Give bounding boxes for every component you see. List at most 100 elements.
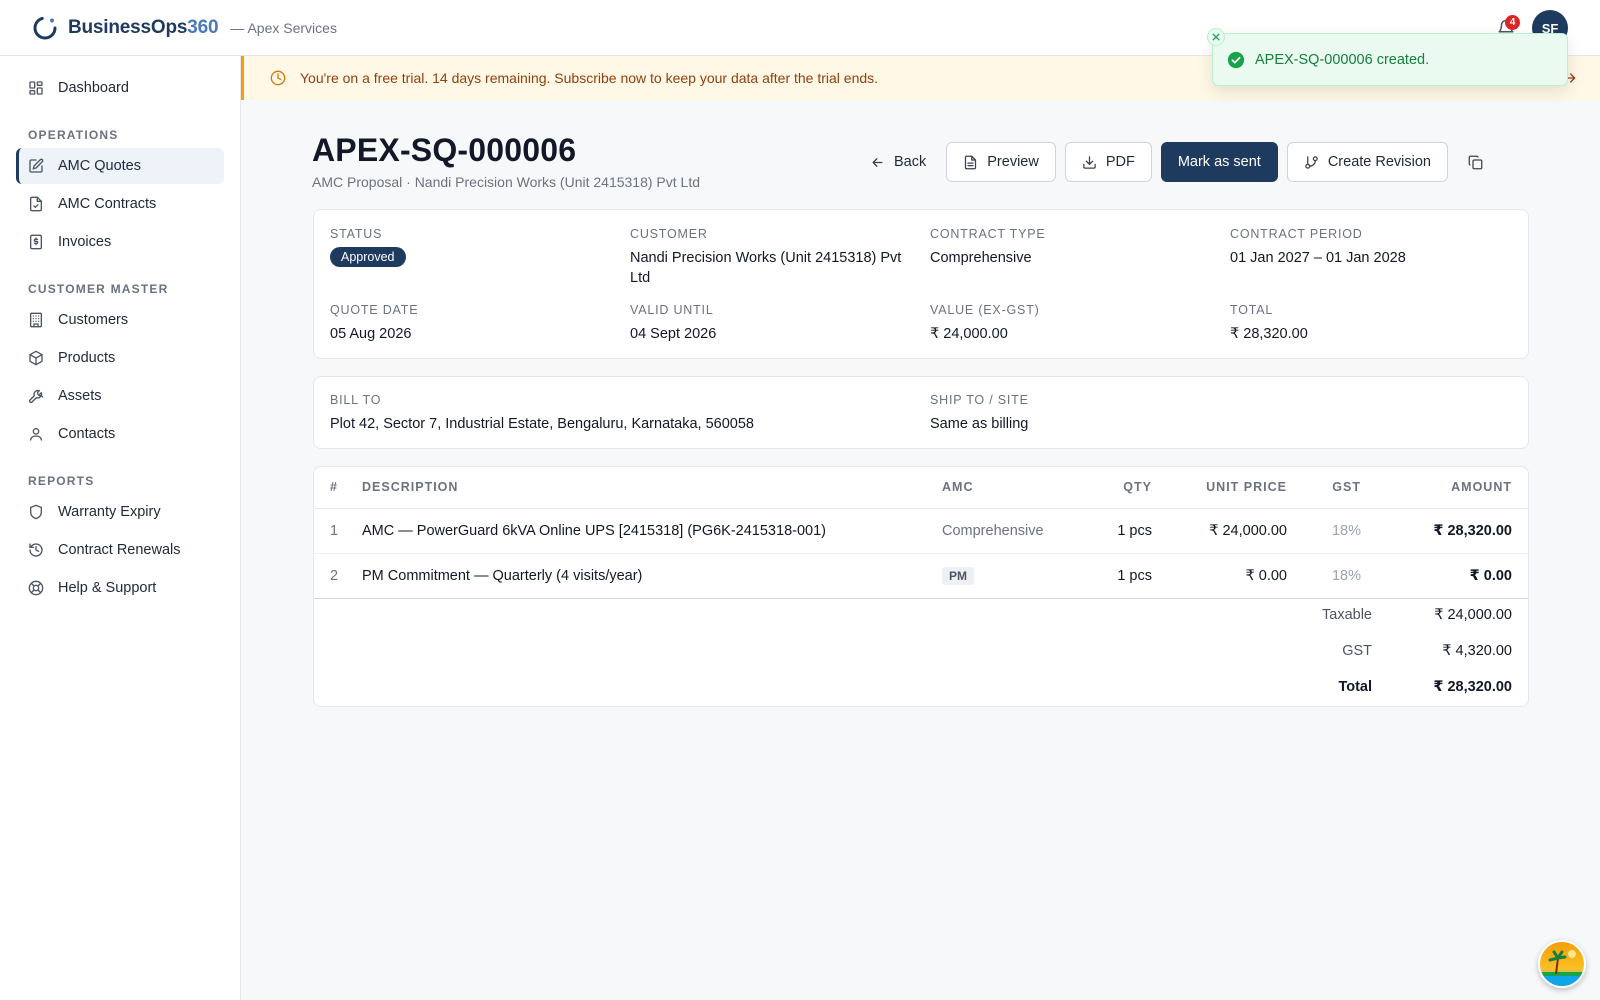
row-unit-price: ₹ 24,000.00 [1152,508,1287,554]
mark-as-sent-button[interactable]: Mark as sent [1160,142,1278,182]
grand-total-value: ₹ 28,320.00 [1433,679,1512,695]
contract-type-label: CONTRACT TYPE [930,227,1046,241]
ship-to-field: SHIP TO / SITE Same as billing [930,393,1029,434]
total-label: TOTAL [1230,303,1274,317]
sidebar-section-customer-master: CUSTOMER MASTER [28,282,169,296]
sidebar-item-amc-quotes[interactable]: AMC Quotes [16,148,224,184]
create-revision-button[interactable]: Create Revision [1286,142,1448,182]
notification-count-badge: 4 [1505,15,1520,30]
row-amount: ₹ 0.00 [1361,553,1528,599]
clock-icon [270,70,286,86]
wrench-icon [28,389,44,404]
table-row[interactable]: 1 AMC — PowerGuard 6kVA Online UPS [2415… [314,508,1528,554]
bill-to-field: BILL TO Plot 42, Sector 7, Industrial Es… [330,393,754,434]
total-value: ₹ 28,320.00 [1230,326,1308,342]
row-gst: 18% [1287,553,1361,599]
page-subtitle: AMC Proposal · Nandi Precision Works (Un… [312,174,701,190]
sidebar-item-contract-renewals[interactable]: Contract Renewals [16,532,224,568]
bill-to-label: BILL TO [330,393,382,407]
toast-close-button[interactable] [1207,28,1225,46]
lifebuoy-icon [28,580,44,596]
row-amc-cell: PM [942,553,1077,599]
pdf-button[interactable]: PDF [1064,142,1152,182]
sidebar-item-assets[interactable]: Assets [16,378,224,414]
customer-label: CUSTOMER [630,227,708,241]
value-ex-gst-label: VALUE (EX-GST) [930,303,1040,317]
row-amc: Comprehensive [942,508,1077,554]
status-field: STATUS Approved [330,227,406,267]
close-icon [1212,33,1220,41]
brand-name-number: 360 [187,16,219,38]
customer-field: CUSTOMER Nandi Precision Works (Unit 241… [630,227,910,288]
sidebar-item-contacts[interactable]: Contacts [16,416,224,452]
sidebar-item-label: AMC Contracts [58,196,157,212]
assistant-floating-button[interactable] [1538,940,1586,988]
dashboard-icon [29,81,43,95]
address-card: BILL TO Plot 42, Sector 7, Industrial Es… [313,376,1529,449]
gst-total-row: GST ₹ 4,320.00 [1292,633,1512,669]
quote-summary-card: STATUS Approved CUSTOMER Nandi Precision… [313,209,1529,359]
sidebar-item-warranty-expiry[interactable]: Warranty Expiry [16,494,224,530]
row-qty: 1 pcs [1077,553,1152,599]
pdf-button-label: PDF [1105,154,1135,170]
sidebar-item-label: Contacts [58,426,116,442]
bill-to-value: Plot 42, Sector 7, Industrial Estate, Be… [330,416,754,432]
action-toolbar: Back Preview PDF Mark as sent Create Rev… [850,142,1494,182]
toast-message: APEX-SQ-000006 created. [1255,51,1430,68]
back-button-label: Back [894,154,927,170]
row-description: AMC — PowerGuard 6kVA Online UPS [241531… [362,508,942,554]
row-qty: 1 pcs [1077,508,1152,554]
ship-to-label: SHIP TO / SITE [930,393,1029,407]
building-icon [30,312,42,328]
quote-date-field: QUOTE DATE 05 Aug 2026 [330,303,418,344]
column-header-description: DESCRIPTION [362,467,942,509]
git-branch-icon [1305,155,1318,169]
total-field: TOTAL ₹ 28,320.00 [1230,303,1308,344]
valid-until-value: 04 Sept 2026 [630,326,717,342]
column-header-amount: AMOUNT [1361,467,1528,509]
value-ex-gst-field: VALUE (EX-GST) ₹ 24,000.00 [930,303,1040,344]
ship-to-value: Same as billing [930,416,1029,432]
create-revision-button-label: Create Revision [1327,154,1431,170]
quote-date-label: QUOTE DATE [330,303,419,317]
brand-logo-icon [33,16,57,39]
column-header-number: # [314,467,362,509]
brand[interactable]: BusinessOps360 — Apex Services [32,15,337,41]
document-icon [965,155,977,169]
sidebar-item-products[interactable]: Products [16,340,224,376]
sidebar-item-label: Products [58,350,116,366]
row-number: 2 [314,553,362,599]
sidebar: Dashboard OPERATIONS AMC Quotes AMC Cont… [0,56,241,1000]
quote-date-value: 05 Aug 2026 [330,326,412,342]
check-circle-icon [1227,51,1245,68]
brand-name-text: BusinessOps [68,16,188,38]
valid-until-label: VALID UNTIL [630,303,714,317]
contract-period-label: CONTRACT PERIOD [1230,227,1363,241]
valid-until-field: VALID UNTIL 04 Sept 2026 [630,303,716,344]
organization-name: — Apex Services [230,19,337,36]
status-badge: Approved [330,247,406,267]
sidebar-item-customers[interactable]: Customers [16,302,224,338]
table-row[interactable]: 2 PM Commitment — Quarterly (4 visits/ye… [314,553,1528,599]
preview-button[interactable]: Preview [946,142,1056,182]
back-button[interactable]: Back [859,142,937,182]
sidebar-section-reports: REPORTS [28,474,95,488]
value-ex-gst-value: ₹ 24,000.00 [930,326,1008,342]
arrow-left-icon [872,157,883,167]
sidebar-item-label: Help & Support [58,580,157,596]
column-header-amc: AMC [942,467,1077,509]
sidebar-item-amc-contracts[interactable]: AMC Contracts [16,186,224,222]
duplicate-button[interactable] [1457,142,1494,182]
sidebar-item-label: Invoices [58,234,112,250]
preview-button-label: Preview [987,154,1039,170]
contract-type-value: Comprehensive [930,250,1032,266]
sidebar-item-invoices[interactable]: Invoices [16,224,224,260]
sidebar-item-help-support[interactable]: Help & Support [16,570,224,606]
trial-banner-text: You're on a free trial. 14 days remainin… [300,70,879,86]
contract-period-field: CONTRACT PERIOD 01 Jan 2027 – 01 Jan 202… [1230,227,1406,268]
status-label: STATUS [330,227,383,241]
sidebar-item-dashboard[interactable]: Dashboard [16,70,224,106]
gst-total-label: GST [1342,643,1372,659]
invoice-icon [30,234,42,250]
line-items-card: # DESCRIPTION AMC QTY UNIT PRICE GST AMO… [313,466,1529,707]
